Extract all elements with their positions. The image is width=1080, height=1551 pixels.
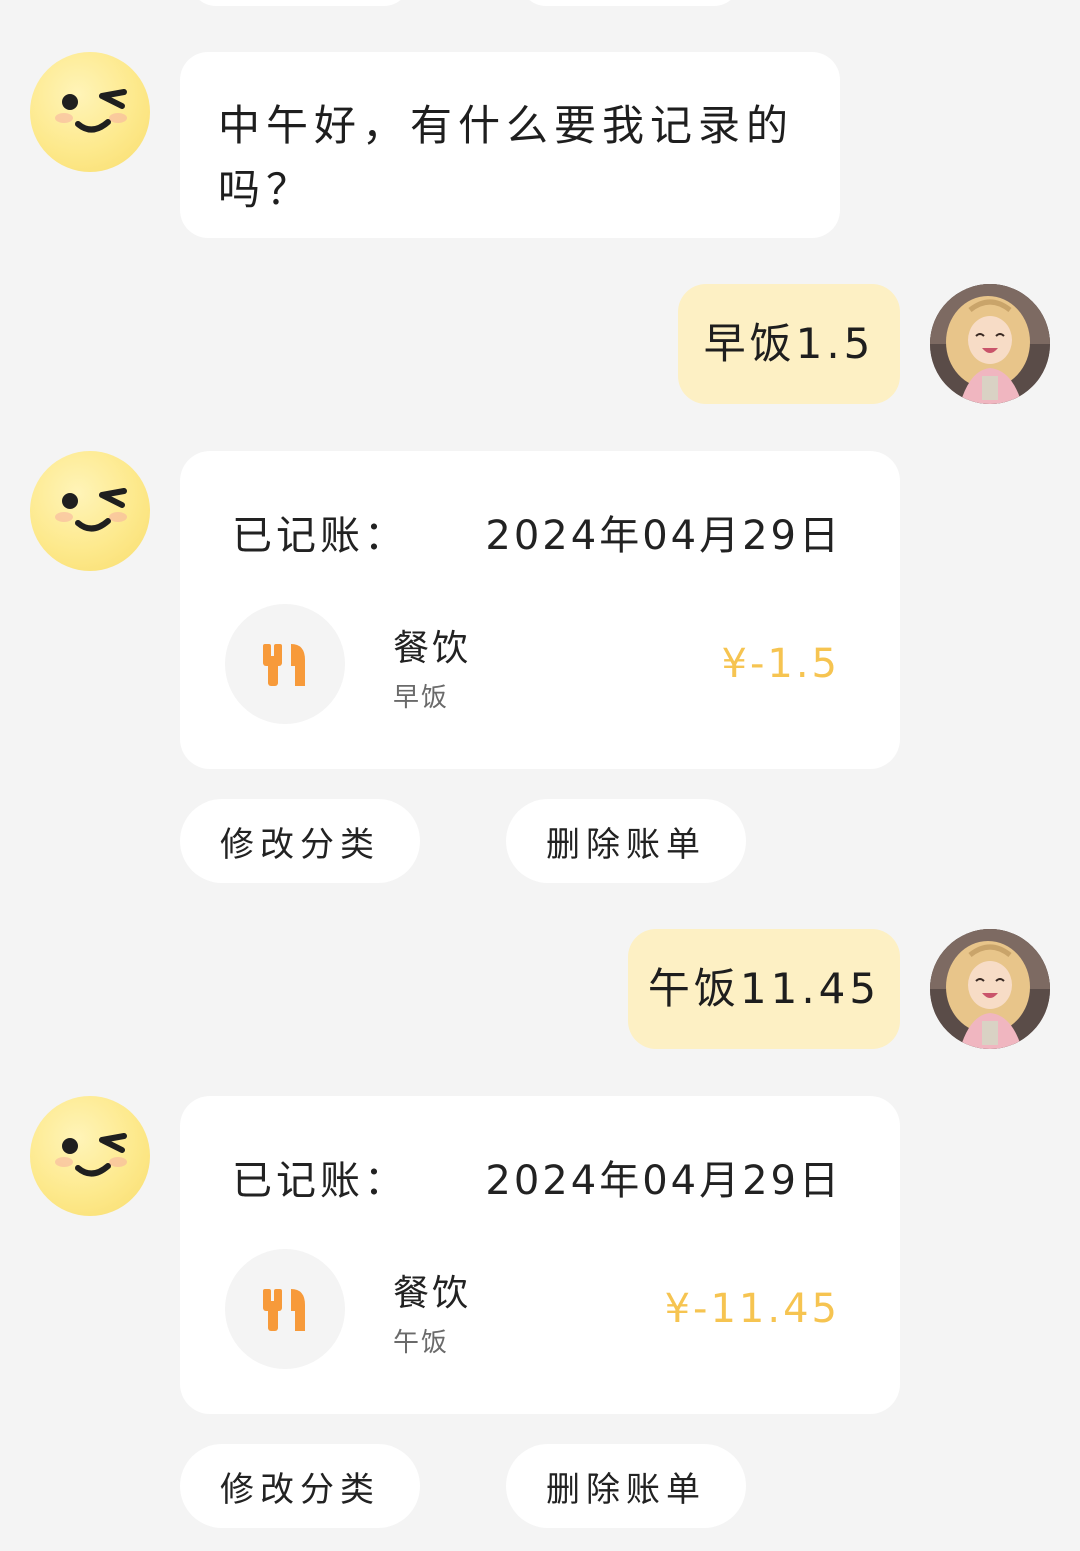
record-date: 2024年04月29日 <box>485 513 842 559</box>
user-avatar[interactable] <box>930 284 1050 404</box>
delete-bill-button[interactable]: 删除账单 <box>506 799 746 883</box>
record-category: 餐饮 <box>393 628 472 669</box>
record-note: 早饭 <box>393 683 450 713</box>
bot-greeting-text: 中午好，有什么要我记录的吗？ <box>218 101 795 214</box>
utensils-icon <box>225 604 345 724</box>
previous-action-chip[interactable] <box>190 0 410 6</box>
utensils-icon <box>225 1249 345 1369</box>
record-amount: ¥-1.5 <box>721 641 840 687</box>
record-label: 已记账： <box>232 1158 408 1204</box>
bot-avatar-wink-face-icon <box>30 52 150 172</box>
delete-bill-label: 删除账单 <box>546 824 706 865</box>
user-avatar[interactable] <box>930 929 1050 1049</box>
record-card[interactable]: 已记账： 2024年04月29日 餐饮 午饭 ¥-11.45 <box>180 1096 900 1414</box>
record-amount: ¥-11.45 <box>664 1286 840 1332</box>
edit-category-label: 修改分类 <box>220 1469 380 1510</box>
user-message-bubble: 早饭1.5 <box>678 284 900 404</box>
record-label: 已记账： <box>232 513 408 559</box>
user-message-text: 早饭1.5 <box>703 319 875 368</box>
delete-bill-button[interactable]: 删除账单 <box>506 1444 746 1528</box>
record-note: 午饭 <box>393 1328 450 1358</box>
user-message-bubble: 午饭11.45 <box>628 929 900 1049</box>
user-message-text: 午饭11.45 <box>647 964 881 1013</box>
edit-category-button[interactable]: 修改分类 <box>180 1444 420 1528</box>
bot-greeting-bubble: 中午好，有什么要我记录的吗？ <box>180 52 840 238</box>
record-card[interactable]: 已记账： 2024年04月29日 餐饮 早饭 ¥-1.5 <box>180 451 900 769</box>
previous-action-chip[interactable] <box>520 0 740 6</box>
edit-category-label: 修改分类 <box>220 824 380 865</box>
edit-category-button[interactable]: 修改分类 <box>180 799 420 883</box>
bot-avatar-wink-face-icon <box>30 451 150 571</box>
record-category: 餐饮 <box>393 1273 472 1314</box>
delete-bill-label: 删除账单 <box>546 1469 706 1510</box>
bot-avatar-wink-face-icon <box>30 1096 150 1216</box>
record-date: 2024年04月29日 <box>485 1158 842 1204</box>
